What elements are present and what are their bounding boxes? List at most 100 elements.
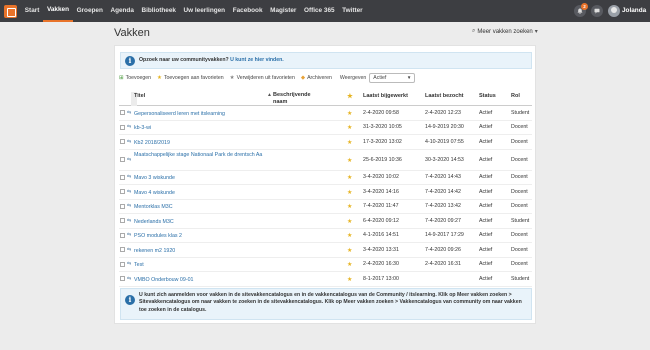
column-last-updated[interactable]: Laatst bijgewerkt (363, 93, 408, 99)
course-title-link[interactable]: Mentorklas M3C (134, 204, 173, 210)
add-favorites-button[interactable]: ★ Toevoegen aan favorieten (157, 75, 224, 81)
course-title-link[interactable]: Nederlands M3C (134, 219, 174, 225)
row-checkbox[interactable] (120, 157, 125, 162)
course-title-link[interactable]: kb-3-wi (134, 125, 151, 131)
nav-item-uw-leerlingen[interactable]: Uw leerlingen (180, 0, 229, 22)
favorite-star-icon[interactable]: ★ (347, 203, 352, 210)
user-name[interactable]: Jolanda (622, 0, 646, 22)
status-cell: Actief (479, 246, 493, 253)
role-cell: Docent (511, 124, 528, 131)
column-description[interactable]: Beschrijvende naam (273, 92, 311, 105)
community-info-box: i Opzoek naar uw communityvakken? U kunt… (120, 52, 532, 69)
favorite-column-star-icon[interactable]: ★ (347, 92, 353, 100)
last-updated-cell: 25-6-2019 10:36 (363, 156, 402, 163)
status-cell: Actief (479, 124, 493, 131)
column-last-visited[interactable]: Laatst bezocht (425, 93, 464, 99)
last-visited-cell: 30-3-2020 14:53 (425, 156, 464, 163)
column-role[interactable]: Rol (511, 93, 520, 99)
favorite-star-icon[interactable]: ★ (347, 276, 352, 283)
table-row[interactable]: ⇆ PSO modules klas 2 ★ 4-1-2016 14:51 14-9-2… (119, 229, 532, 243)
nav-item-facebook[interactable]: Facebook (229, 0, 266, 22)
favorite-star-icon[interactable]: ★ (347, 261, 352, 268)
table-row[interactable]: ⇆ kb-3-wi ★ 31-3-2020 10:05 14-9-2019 20:30 A… (119, 121, 532, 135)
favorite-star-icon[interactable]: ★ (347, 189, 352, 196)
favorite-star-icon[interactable]: ★ (347, 157, 352, 164)
favorite-star-icon[interactable]: ★ (347, 232, 352, 239)
status-cell: Actief (479, 203, 493, 210)
course-title-link[interactable]: Mavo 3 wiskunde (134, 175, 175, 181)
nav-item-groepen[interactable]: Groepen (73, 0, 107, 22)
favorite-star-icon[interactable]: ★ (347, 174, 352, 181)
favorite-star-icon[interactable]: ★ (347, 218, 352, 225)
role-cell: Docent (511, 174, 528, 181)
course-title-link[interactable]: PSO modules klas 2 (134, 233, 182, 239)
role-cell: Student (511, 109, 530, 116)
role-cell: Docent (511, 232, 528, 239)
nav-item-vakken[interactable]: Vakken (43, 0, 73, 22)
table-row[interactable]: ⇆ Mentorklas M3C ★ 7-4-2020 11:47 7-4-2020 1… (119, 200, 532, 214)
row-checkbox[interactable] (120, 247, 125, 253)
course-icon: ⇆ (127, 246, 132, 253)
table-row[interactable]: ⇆ Gepersonaliseerd leren met itslearning ★… (119, 106, 532, 121)
itslearning-logo-icon[interactable] (4, 5, 17, 18)
row-checkbox[interactable] (120, 261, 125, 267)
community-courses-link[interactable]: U kunt ze hier vinden. (230, 57, 284, 63)
archive-button[interactable]: ◆ Archiveren (301, 75, 332, 81)
row-checkbox[interactable] (120, 203, 125, 209)
nav-item-office-365[interactable]: Office 365 (300, 0, 338, 22)
last-updated-cell: 8-1-2017 13:00 (363, 275, 399, 282)
column-status[interactable]: Status (479, 93, 496, 99)
remove-favorites-button[interactable]: ★ Verwijderen uit favorieten (230, 75, 295, 81)
last-visited-cell: 14-9-2019 20:30 (425, 124, 464, 131)
status-cell: Actief (479, 174, 493, 181)
add-button[interactable]: ⊞ Toevoegen (119, 75, 151, 81)
table-row[interactable]: ⇆ Mavo 3 wiskunde ★ 3-4-2020 10:02 7-4-2020 … (119, 171, 532, 185)
user-avatar[interactable] (608, 5, 620, 17)
table-row[interactable]: ⇆ Maatschappelijke stage Nationaal Park d… (119, 150, 532, 171)
nav-item-twitter[interactable]: Twitter (338, 0, 366, 22)
row-checkbox[interactable] (120, 218, 125, 224)
course-title-link[interactable]: Test (134, 262, 144, 268)
row-checkbox[interactable] (120, 124, 125, 130)
course-title-link[interactable]: Maatschappelijke stage Nationaal Park de… (134, 152, 269, 159)
nav-item-bibliotheek[interactable]: Bibliotheek (138, 0, 180, 22)
table-row[interactable]: ⇆ Mavo 4 wiskunde ★ 3-4-2020 14:16 7-4-2020 … (119, 185, 532, 200)
nav-item-magister[interactable]: Magister (266, 0, 300, 22)
add-button-label: Toevoegen (125, 74, 151, 81)
messages-icon[interactable] (591, 5, 603, 17)
favorite-star-icon[interactable]: ★ (347, 139, 352, 146)
table-row[interactable]: ⇆ Nederlands M3C ★ 6-4-2020 09:12 7-4-2020 0… (119, 214, 532, 229)
course-title-link[interactable]: Kb2 2018/2019 (134, 140, 170, 146)
table-row[interactable]: ⇆ rekenen m2 1920 ★ 3-4-2020 13:31 7-4-2020 … (119, 243, 532, 258)
table-row[interactable]: ⇆ VMBO Onderbouw 09-01 ★ 8-1-2017 13:00 Acti… (119, 272, 532, 287)
nav-item-agenda[interactable]: Agenda (107, 0, 138, 22)
course-title-link[interactable]: rekenen m2 1920 (134, 248, 175, 254)
row-checkbox[interactable] (120, 189, 125, 195)
row-checkbox[interactable] (120, 232, 125, 238)
row-checkbox[interactable] (120, 110, 125, 116)
row-checkbox[interactable] (120, 276, 125, 282)
table-row[interactable]: ⇆ Kb2 2018/2019 ★ 17-3-2020 13:02 4-10-2019 … (119, 135, 532, 150)
role-cell: Docent (511, 188, 528, 195)
course-title-link[interactable]: VMBO Onderbouw 09-01 (134, 277, 193, 283)
favorite-star-icon[interactable]: ★ (347, 110, 352, 117)
status-filter-select[interactable]: Actief ▼ (369, 72, 416, 83)
column-title[interactable]: Titel (134, 93, 145, 99)
sort-icon[interactable]: ▲ (267, 92, 272, 98)
info-message: Opzoek naar uw communityvakken? U kunt z… (139, 57, 284, 63)
course-title-link[interactable]: Mavo 4 wiskunde (134, 190, 175, 196)
top-navigation-bar: Start Vakken Groepen Agenda Bibliotheek Uw le… (0, 0, 650, 22)
favorite-star-icon[interactable]: ★ (347, 124, 352, 131)
last-visited-cell: 7-4-2020 14:42 (425, 188, 461, 195)
role-cell: Docent (511, 203, 528, 210)
more-courses-dropdown[interactable]: ⌕ Meer vakken zoeken ▾ (472, 28, 538, 35)
table-row[interactable]: ⇆ Test ★ 2-4-2020 16:30 2-4-2020 16:31 Actief… (119, 258, 532, 272)
favorite-star-icon[interactable]: ★ (347, 247, 352, 254)
course-icon: ⇆ (127, 156, 132, 163)
nav-item-start[interactable]: Start (21, 0, 43, 22)
last-visited-cell: 7-4-2020 13:42 (425, 203, 461, 210)
course-title-link[interactable]: Gepersonaliseerd leren met itslearning (134, 111, 225, 117)
last-visited-cell: 7-4-2020 09:26 (425, 246, 461, 253)
row-checkbox[interactable] (120, 174, 125, 180)
row-checkbox[interactable] (120, 139, 125, 145)
